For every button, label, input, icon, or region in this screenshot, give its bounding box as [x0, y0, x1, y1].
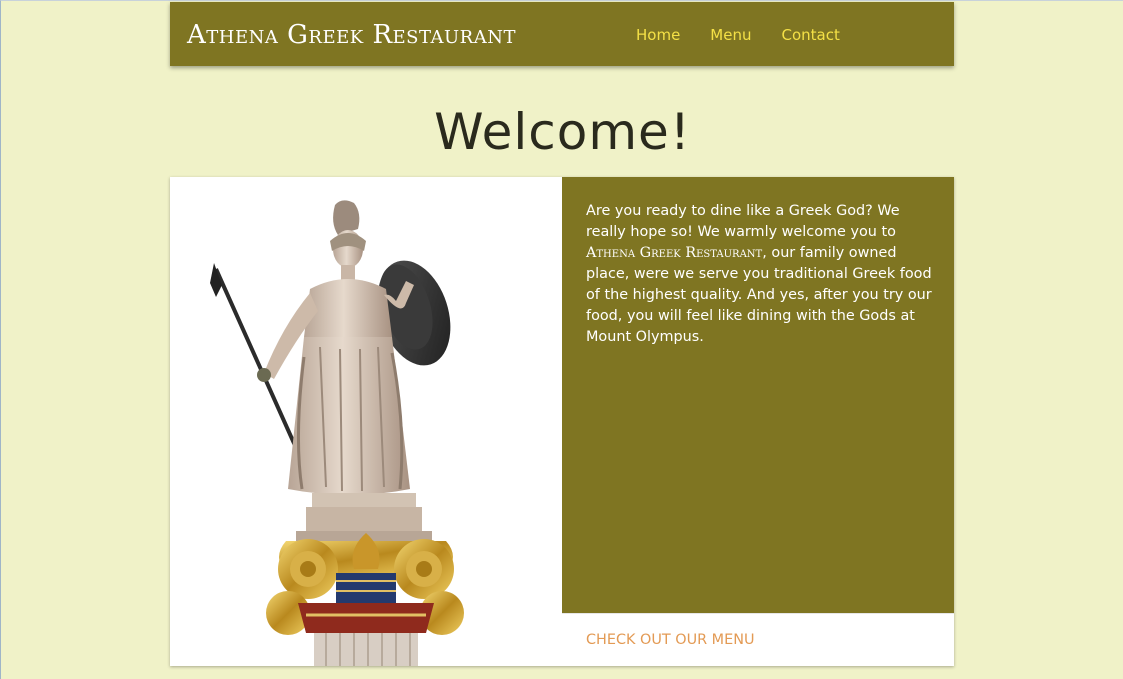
nav-link-menu[interactable]: Menu [710, 26, 751, 44]
navbar: Athena Greek Restaurant Home Menu Contac… [170, 2, 954, 66]
nav-link-contact[interactable]: Contact [781, 26, 839, 44]
check-out-menu-link[interactable]: Check out our menu [586, 631, 755, 649]
nav-links: Home Menu Contact [636, 26, 840, 44]
welcome-card-action: Check out our menu [562, 613, 954, 666]
athena-statue-icon [210, 200, 464, 666]
brand-title[interactable]: Athena Greek Restaurant [187, 21, 516, 49]
nav-link-home[interactable]: Home [636, 26, 680, 44]
welcome-text: Are you ready to dine like a Greek God? … [586, 201, 938, 348]
welcome-card: Are you ready to dine like a Greek God? … [170, 177, 954, 666]
page-title: Welcome! [434, 103, 691, 161]
athena-statue-image [170, 177, 562, 666]
welcome-card-content: Are you ready to dine like a Greek God? … [562, 177, 954, 613]
welcome-text-brand: Athena Greek Restaurant [586, 245, 763, 261]
welcome-text-intro: Are you ready to dine like a Greek God? … [586, 203, 900, 240]
